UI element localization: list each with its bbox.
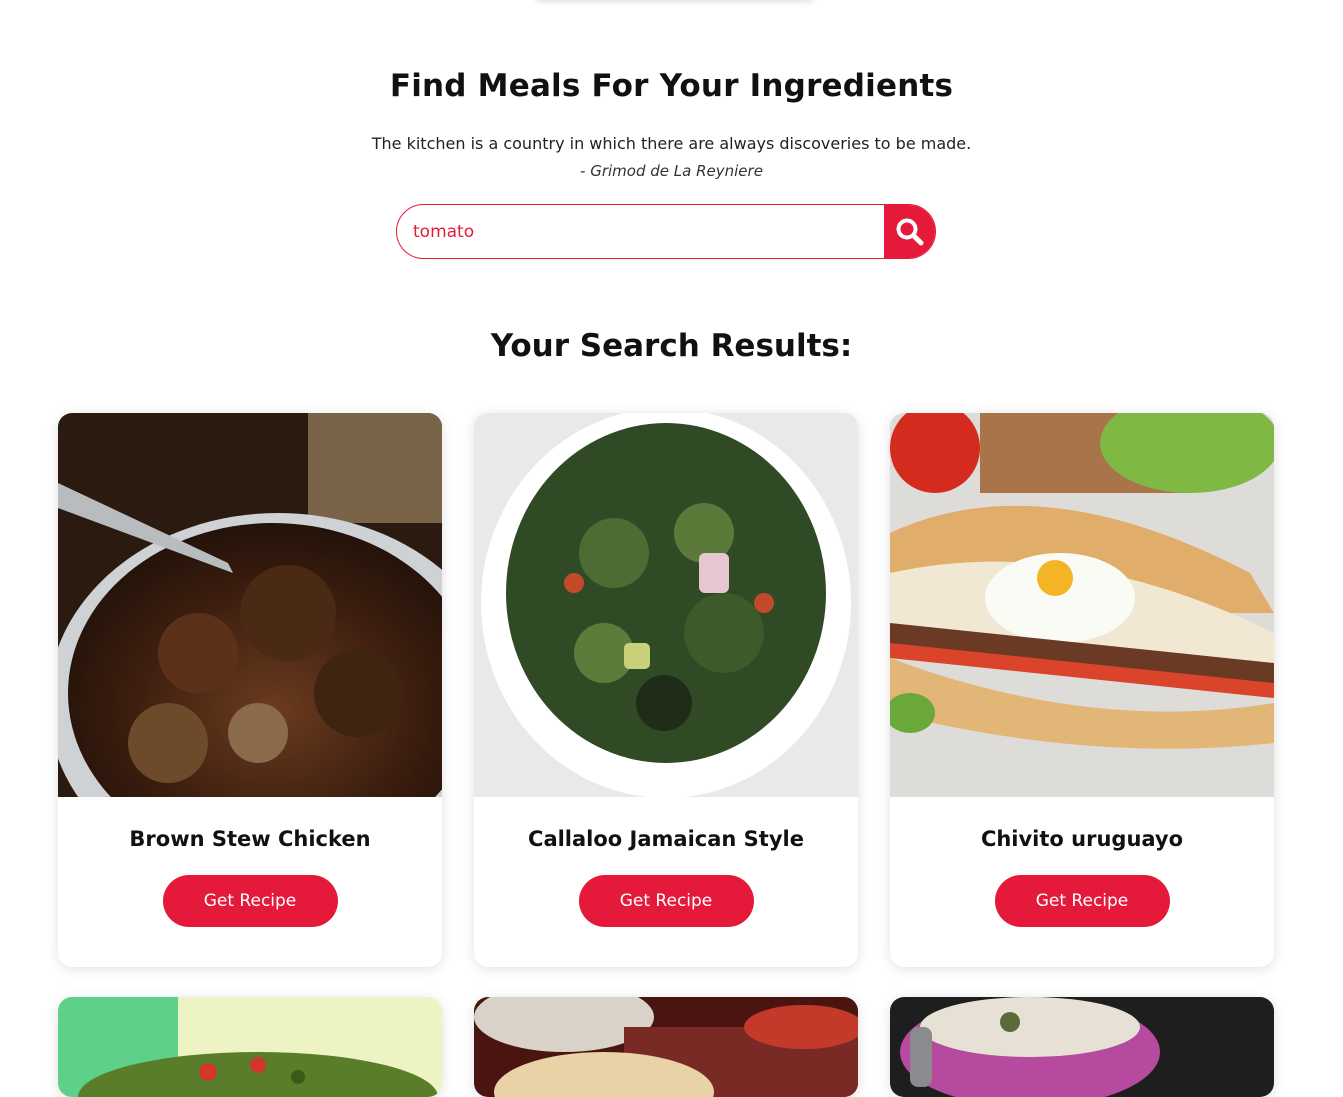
search-bar <box>396 204 936 259</box>
quote-text: The kitchen is a country in which there … <box>371 134 972 153</box>
meal-card: Brown Stew Chicken Get Recipe <box>58 413 442 967</box>
get-recipe-button[interactable]: Get Recipe <box>994 875 1170 927</box>
meal-title: Callaloo Jamaican Style <box>528 827 804 851</box>
meal-image <box>890 997 1274 1097</box>
meal-image <box>58 413 442 797</box>
get-recipe-button[interactable]: Get Recipe <box>162 875 338 927</box>
meal-image <box>58 997 442 1097</box>
meal-card: Callaloo Jamaican Style Get Recipe <box>474 413 858 967</box>
meal-title: Chivito uruguayo <box>980 827 1184 851</box>
search-input[interactable] <box>397 205 884 258</box>
meal-image <box>474 997 858 1097</box>
meal-image <box>474 413 858 797</box>
meal-card: Chivito uruguayo Get Recipe <box>890 413 1274 967</box>
meal-title: Brown Stew Chicken <box>129 827 371 851</box>
get-recipe-button[interactable]: Get Recipe <box>578 875 754 927</box>
page-title: Find Meals For Your Ingredients <box>389 68 954 104</box>
quote-author: - Grimod de La Reyniere <box>580 162 763 180</box>
meal-card <box>58 997 442 1097</box>
meal-image <box>890 413 1274 797</box>
meal-card <box>474 997 858 1097</box>
search-icon <box>896 218 923 245</box>
meal-card <box>890 997 1274 1097</box>
search-button[interactable] <box>884 205 935 258</box>
results-title: Your Search Results: <box>490 328 853 364</box>
